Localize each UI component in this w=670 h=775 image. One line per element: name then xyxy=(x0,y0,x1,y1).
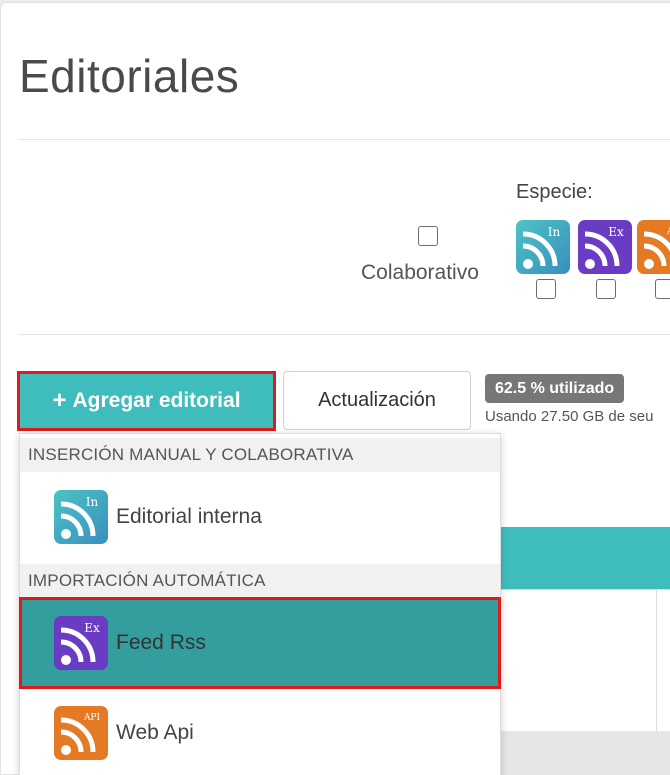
plus-icon: + xyxy=(52,387,67,414)
add-editorial-dropdown: INSERCIÓN MANUAL Y COLABORATIVA In Edito… xyxy=(19,433,501,775)
divider xyxy=(19,139,670,140)
rss-feed-icon-externa: Ex xyxy=(54,616,108,670)
menu-item-label: Web Api xyxy=(116,721,194,744)
especie-label: Especie: xyxy=(516,181,593,203)
add-editorial-button[interactable]: + Agregar editorial xyxy=(17,371,276,431)
especie-api-checkbox[interactable] xyxy=(655,279,670,299)
svg-text:Ex: Ex xyxy=(608,225,624,239)
section-header-manual: INSERCIÓN MANUAL Y COLABORATIVA xyxy=(20,438,500,472)
add-editorial-label: Agregar editorial xyxy=(72,389,241,412)
svg-text:In: In xyxy=(86,495,99,509)
main-panel: Editoriales Colaborativo Especie: In Ex xyxy=(0,2,670,775)
divider xyxy=(19,334,670,335)
rss-feed-icon-interna: In xyxy=(54,490,108,544)
update-button[interactable]: Actualización xyxy=(283,371,471,430)
menu-item-web-api[interactable]: API Web Api xyxy=(20,688,500,775)
menu-item-label: Feed Rss xyxy=(116,631,206,654)
svg-text:Ex: Ex xyxy=(84,621,100,635)
menu-item-editorial-interna[interactable]: In Editorial interna xyxy=(20,472,500,562)
svg-text:API: API xyxy=(666,227,670,237)
svg-text:In: In xyxy=(548,225,561,239)
page-title: Editoriales xyxy=(19,50,240,102)
usage-badge: 62.5 % utilizado xyxy=(485,374,625,403)
rss-feed-icon-api: API xyxy=(637,220,670,274)
colaborativo-label: Colaborativo xyxy=(361,261,479,284)
rss-feed-icon-externa: Ex xyxy=(578,220,632,274)
colaborativo-checkbox[interactable] xyxy=(418,226,438,246)
especie-interna-checkbox[interactable] xyxy=(536,279,556,299)
especie-externa-checkbox[interactable] xyxy=(596,279,616,299)
menu-item-label: Editorial interna xyxy=(116,505,262,528)
section-header-automatica: IMPORTACIÓN AUTOMÁTICA xyxy=(20,564,500,598)
menu-item-feed-rss[interactable]: Ex Feed Rss xyxy=(19,597,501,689)
rss-feed-icon-interna: In xyxy=(516,220,570,274)
usage-text: Usando 27.50 GB de seu xyxy=(485,408,654,425)
rss-feed-icon-api: API xyxy=(54,706,108,760)
svg-text:API: API xyxy=(83,713,101,723)
